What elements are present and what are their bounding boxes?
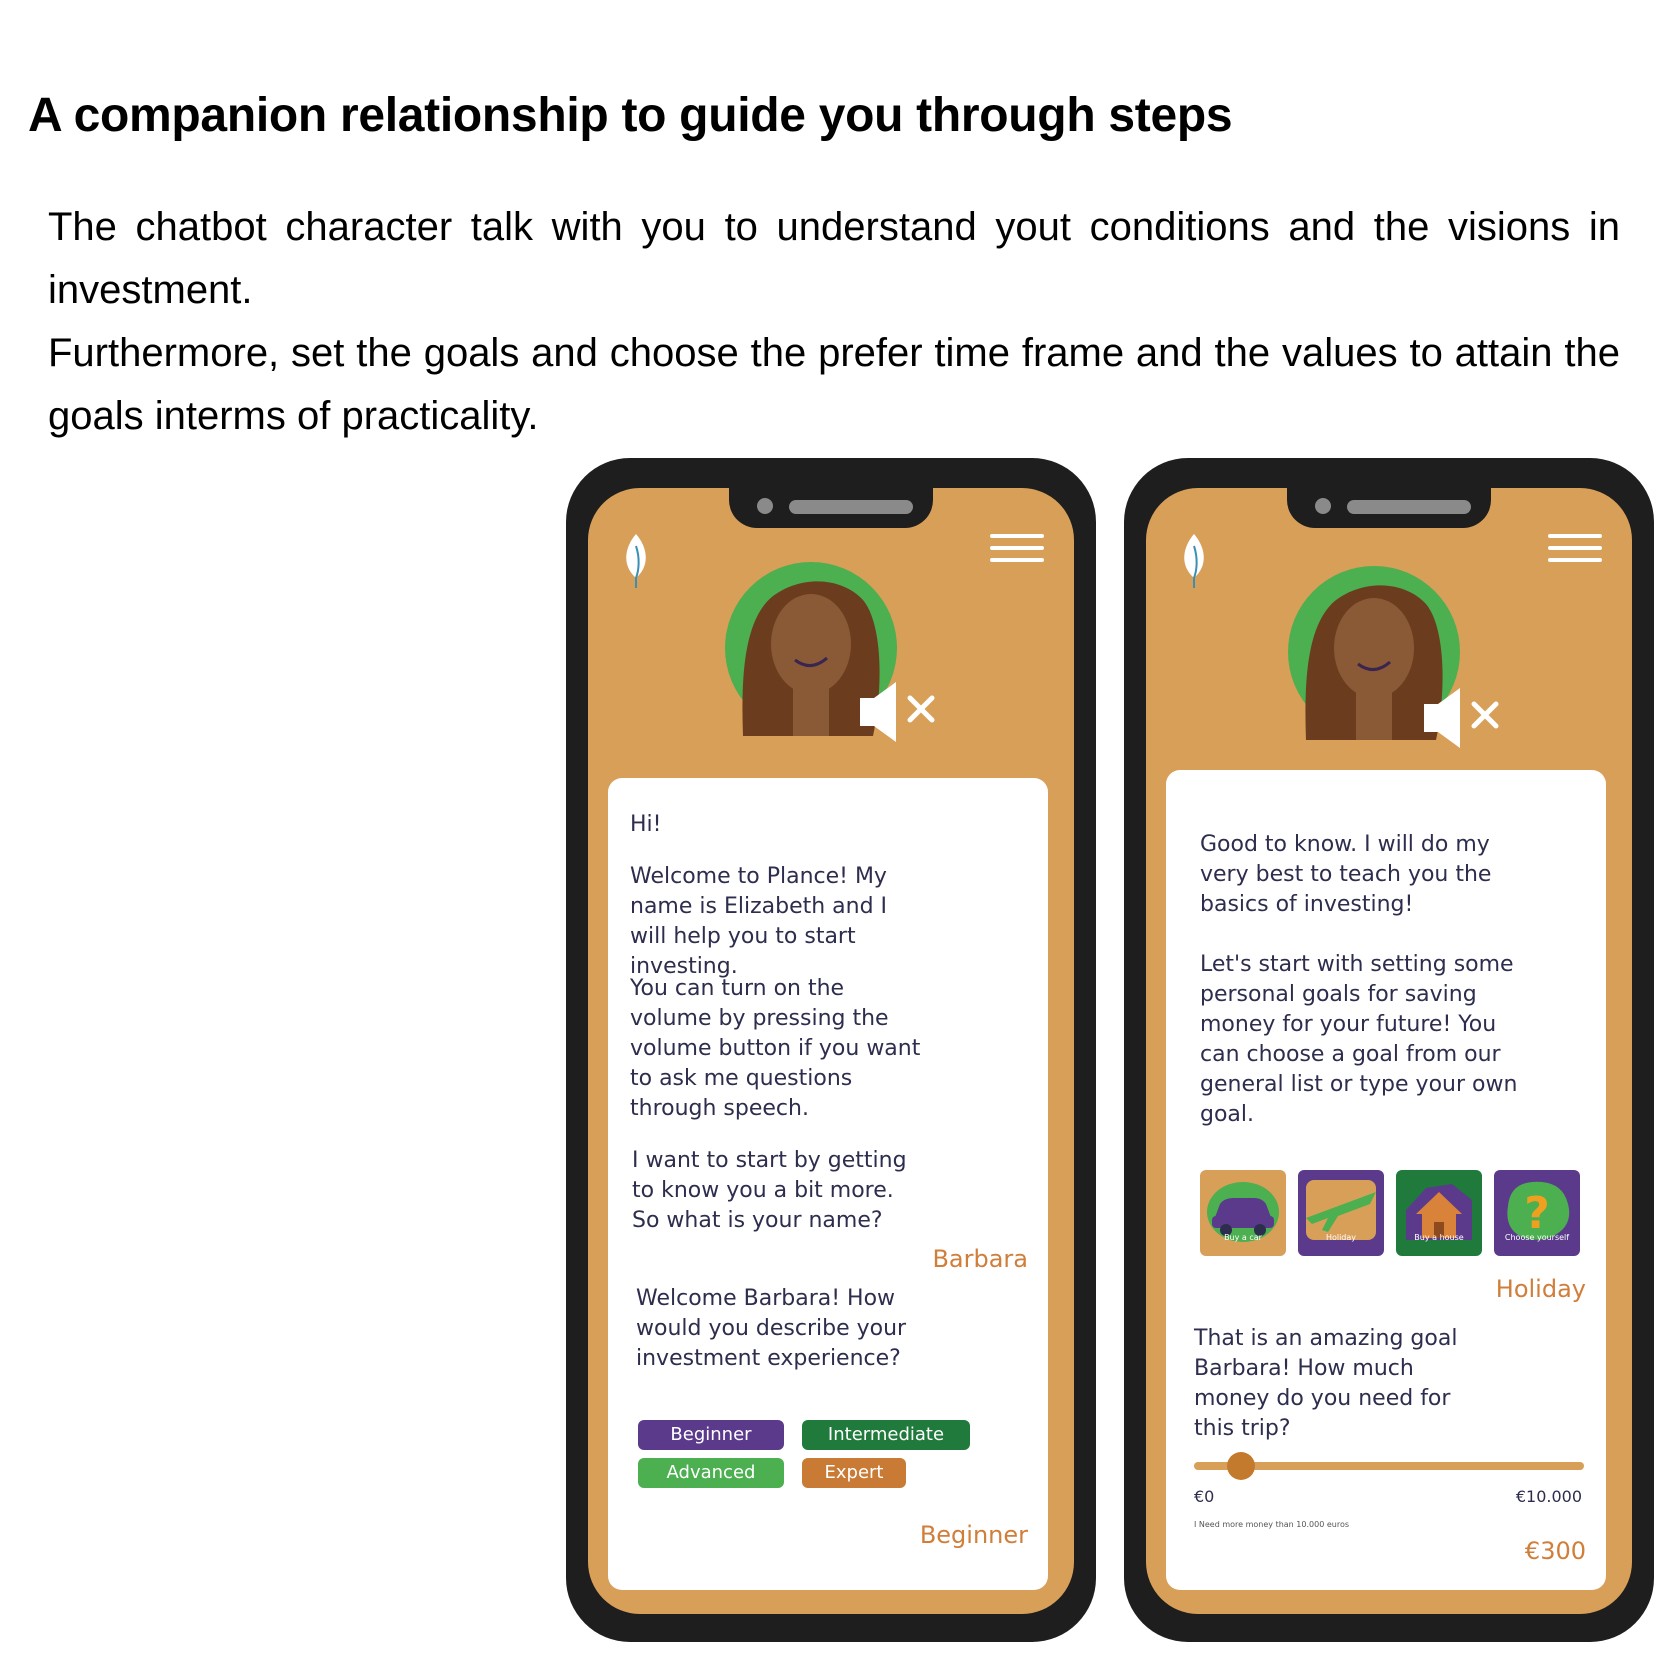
phone-screen-2: Good to know. I will do my very best to … [1146, 488, 1632, 1614]
goal-buy-house[interactable]: Buy a house [1396, 1170, 1482, 1256]
goal-buy-car[interactable]: Buy a car [1200, 1170, 1286, 1256]
phone-screen-1: Hi! Welcome to Plance! My name is Elizab… [588, 488, 1074, 1614]
goal-caption: Holiday [1325, 1233, 1357, 1242]
goal-caption: Buy a house [1414, 1233, 1464, 1242]
leaf-logo-icon [1184, 534, 1204, 588]
option-advanced-button[interactable]: Advanced [638, 1458, 784, 1488]
message-welcome: Welcome to Plance! My name is Elizabeth … [630, 864, 888, 979]
message-hi: Hi! [630, 812, 662, 837]
slider-min-label: €0 [1194, 1487, 1215, 1506]
volume-mute-icon[interactable] [858, 678, 942, 744]
goal-holiday[interactable]: Holiday [1298, 1170, 1384, 1256]
user-reply-name: Barbara [932, 1245, 1028, 1273]
phone-notch [729, 488, 933, 528]
intro-text: The chatbot character talk with you to u… [48, 196, 1620, 448]
leaf-logo-icon [626, 534, 646, 588]
intro-paragraph-1: The chatbot character talk with you to u… [48, 205, 1620, 312]
user-reply-experience: Beginner [919, 1521, 1028, 1549]
goal-choose-yourself[interactable]: ? Choose yourself [1494, 1170, 1580, 1256]
intro-paragraph-2: Furthermore, set the goals and choose th… [48, 331, 1620, 438]
message-volume: You can turn on the volume by pressing t… [630, 976, 921, 1121]
hamburger-menu-icon[interactable] [1548, 534, 1602, 562]
message-set-goals: Let's start with setting some personal g… [1200, 952, 1518, 1127]
amount-slider-knob[interactable] [1226, 1452, 1255, 1480]
option-expert-button[interactable]: Expert [802, 1458, 906, 1488]
slider-max-label: €10.000 [1515, 1487, 1582, 1506]
message-amount-question: That is an amazing goal Barbara! How muc… [1194, 1326, 1458, 1441]
hamburger-menu-icon[interactable] [990, 534, 1044, 562]
need-more-money-link[interactable]: I Need more money than 10.000 euros [1194, 1510, 1349, 1540]
chat-card-2: Good to know. I will do my very best to … [1166, 770, 1606, 1590]
option-beginner-button[interactable]: Beginner [638, 1420, 784, 1450]
message-name-question: I want to start by getting to know you a… [632, 1148, 907, 1233]
phone-mockup-1: Hi! Welcome to Plance! My name is Elizab… [566, 458, 1096, 1642]
speaker-grille [789, 500, 913, 514]
message-good-to-know: Good to know. I will do my very best to … [1200, 832, 1492, 917]
message-experience-question: Welcome Barbara! How would you describe … [636, 1286, 907, 1371]
page-heading: A companion relationship to guide you th… [28, 89, 1233, 142]
camera-icon [1315, 498, 1331, 514]
speaker-grille [1347, 500, 1471, 514]
option-intermediate-button[interactable]: Intermediate [802, 1420, 970, 1450]
goal-caption: Choose yourself [1504, 1233, 1570, 1242]
goal-caption: Buy a car [1224, 1233, 1262, 1242]
goal-options: Buy a car Holiday Buy a house ? Choose y… [1200, 1170, 1580, 1256]
chat-card-1: Hi! Welcome to Plance! My name is Elizab… [608, 778, 1048, 1590]
user-reply-amount: €300 [1524, 1537, 1586, 1565]
phone-notch [1287, 488, 1491, 528]
user-reply-goal: Holiday [1495, 1275, 1586, 1303]
camera-icon [757, 498, 773, 514]
phone-mockup-2: Good to know. I will do my very best to … [1124, 458, 1654, 1642]
volume-mute-icon[interactable] [1422, 684, 1506, 750]
